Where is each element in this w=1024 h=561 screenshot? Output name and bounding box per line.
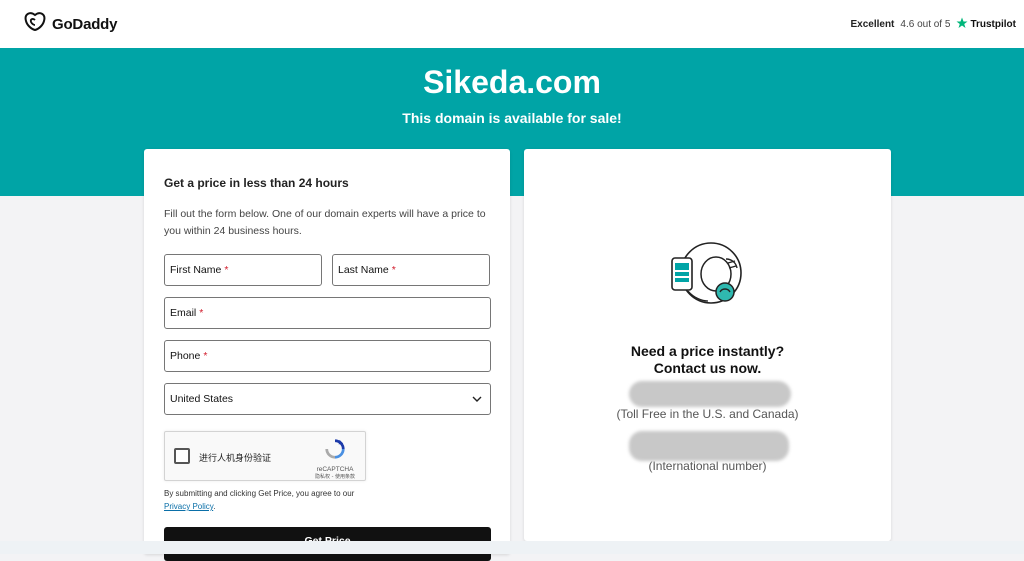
international-note: (International number) [648,459,767,473]
captcha-checkbox[interactable] [174,448,190,464]
logo-text: GoDaddy [52,15,118,33]
privacy-policy-link[interactable]: Privacy Policy [164,502,213,511]
godaddy-logo-icon [24,11,46,37]
recaptcha-brand-name: reCAPTCHA [316,466,354,473]
domain-title: Sikeda.com [423,64,601,100]
last-name-label: Last Name [338,264,389,276]
star-icon [956,17,968,32]
phone-field[interactable]: Phone * [164,340,491,372]
terms-prefix: By submitting and clicking Get Price, yo… [164,489,355,498]
instant-price-heading: Need a price instantly? Contact us now. [524,343,891,377]
recaptcha-widget: 进行人机身份验证 reCAPTCHA 隐私权 - 使用条款 [164,431,366,481]
godaddy-logo[interactable]: GoDaddy [24,11,118,37]
email-label: Email [170,307,197,319]
tollfree-note: (Toll Free in the U.S. and Canada) [616,407,799,421]
trustpilot-label: Trustpilot [970,18,1016,30]
required-mark: * [199,307,204,319]
rating-label: Excellent [850,18,895,30]
footer-strip [0,541,1024,554]
captcha-label: 进行人机身份验证 [199,454,272,464]
tollfree-number-redacted[interactable] [629,381,791,407]
last-name-field[interactable]: Last Name * [332,254,490,286]
phone-support-illustration [668,241,746,312]
heading-line-2: Contact us now. [653,360,762,376]
country-value: United States [170,393,234,405]
trustpilot-brand: Trustpilot [956,17,1016,32]
first-name-label: First Name [170,264,222,276]
form-description: Fill out the form below. One of our doma… [164,208,486,237]
rating-score: 4.6 out of 5 [900,18,951,30]
price-form-card: Get a price in less than 24 hours Fill o… [144,149,510,561]
contact-card: Need a price instantly? Contact us now. … [524,149,891,541]
header: GoDaddy Excellent 4.6 out of 5 Trustpilo… [0,0,1024,48]
required-mark: * [203,350,208,362]
terms-text: By submitting and clicking Get Price, yo… [164,487,494,513]
trustpilot-rating[interactable]: Excellent 4.6 out of 5 Trustpilot [850,17,1016,32]
sale-subtitle: This domain is available for sale! [402,110,622,126]
phone-label: Phone [170,350,201,362]
required-mark: * [224,264,229,276]
first-name-field[interactable]: First Name * [164,254,322,286]
heading-line-1: Need a price instantly? [630,343,785,359]
chevron-down-icon [472,393,482,405]
country-select[interactable]: United States [164,383,491,415]
recaptcha-brand: reCAPTCHA 隐私权 - 使用条款 [313,438,357,480]
international-number-redacted[interactable] [629,431,789,461]
form-title: Get a price in less than 24 hours [164,176,349,190]
recaptcha-links[interactable]: 隐私权 - 使用条款 [313,473,357,480]
required-mark: * [391,264,396,276]
terms-end: . [213,502,216,511]
recaptcha-icon [324,439,346,464]
email-field[interactable]: Email * [164,297,491,329]
